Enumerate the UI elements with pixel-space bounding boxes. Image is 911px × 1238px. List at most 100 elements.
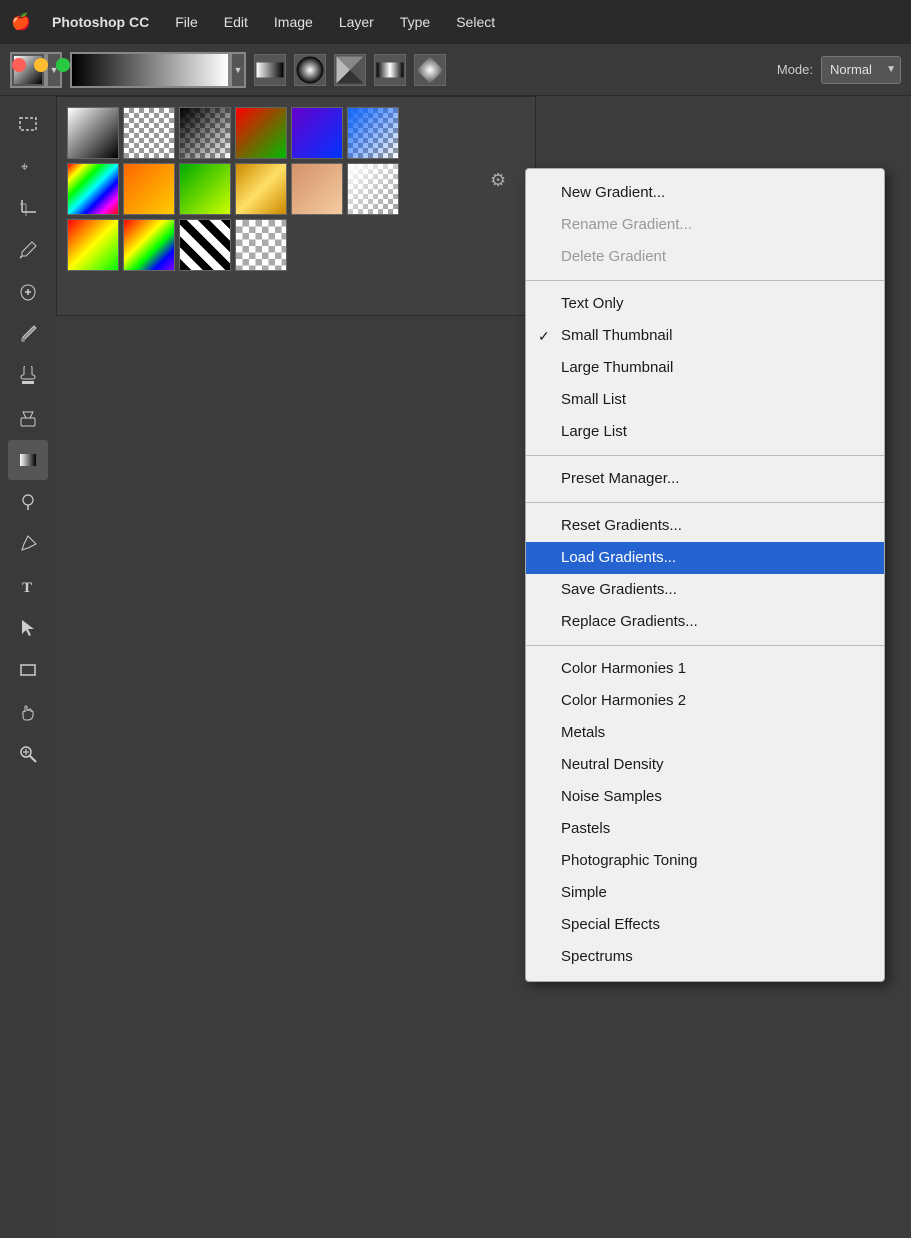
gradient-swatch-skin[interactable]	[291, 163, 343, 215]
menu-edit[interactable]: Edit	[220, 12, 252, 32]
menu-item-spectrums-label: Spectrums	[561, 948, 633, 966]
sidebar-tool-dodge[interactable]	[8, 482, 48, 522]
menu-item-reset-gradients-label: Reset Gradients...	[561, 517, 682, 535]
apple-icon[interactable]: 🍎	[12, 13, 30, 31]
menu-item-reset-gradients[interactable]: Reset Gradients...	[526, 510, 884, 542]
radial-gradient-icon[interactable]	[294, 54, 326, 86]
mode-dropdown[interactable]: Normal Dissolve Multiply	[821, 56, 901, 84]
svg-text:T: T	[22, 580, 32, 596]
menu-item-special-effects[interactable]: Special Effects	[526, 909, 884, 941]
menu-item-color-harmonies-1[interactable]: Color Harmonies 1	[526, 653, 884, 685]
menu-section-5: Color Harmonies 1 Color Harmonies 2 Meta…	[526, 650, 884, 976]
gradient-swatch-transparent[interactable]	[123, 107, 175, 159]
menu-item-color-harmonies-1-label: Color Harmonies 1	[561, 660, 686, 678]
menu-item-save-gradients-label: Save Gradients...	[561, 581, 677, 599]
gradient-swatch-blut[interactable]	[347, 107, 399, 159]
menu-item-simple-label: Simple	[561, 884, 607, 902]
gradient-swatch-orange-yellow[interactable]	[123, 163, 175, 215]
menu-item-metals[interactable]: Metals	[526, 717, 884, 749]
menu-item-new-gradient-label: New Gradient...	[561, 184, 665, 202]
menu-item-simple[interactable]: Simple	[526, 877, 884, 909]
diamond-gradient-icon[interactable]	[414, 54, 446, 86]
menu-item-pastels[interactable]: Pastels	[526, 813, 884, 845]
mode-label: Mode:	[777, 62, 813, 77]
sidebar-tool-lasso[interactable]: ⌖	[8, 146, 48, 186]
app-name[interactable]: Photoshop CC	[48, 12, 153, 32]
sidebar-tool-text[interactable]: T	[8, 566, 48, 606]
gradient-swatch-wt[interactable]	[347, 163, 399, 215]
menu-item-load-gradients-label: Load Gradients...	[561, 549, 676, 567]
gradient-grid	[67, 107, 525, 271]
menu-item-small-list[interactable]: Small List	[526, 384, 884, 416]
checkmark-icon: ✓	[538, 328, 550, 345]
gradient-swatch-bw[interactable]	[67, 107, 119, 159]
menu-layer[interactable]: Layer	[335, 12, 378, 32]
gradient-dropdown-button[interactable]: ▼	[230, 52, 246, 88]
context-menu: New Gradient... Rename Gradient... Delet…	[525, 168, 885, 982]
angle-gradient-icon[interactable]	[334, 54, 366, 86]
gradient-swatch-pb[interactable]	[291, 107, 343, 159]
menu-item-color-harmonies-2[interactable]: Color Harmonies 2	[526, 685, 884, 717]
menu-file[interactable]: File	[171, 12, 202, 32]
sidebar-tool-crop[interactable]	[8, 188, 48, 228]
menu-item-noise-samples[interactable]: Noise Samples	[526, 781, 884, 813]
menu-item-delete-gradient: Delete Gradient	[526, 241, 884, 273]
menu-item-spectrums[interactable]: Spectrums	[526, 941, 884, 973]
sidebar-tool-stamp[interactable]	[8, 356, 48, 396]
menu-item-text-only-label: Text Only	[561, 295, 624, 313]
menu-item-small-thumbnail[interactable]: ✓ Small Thumbnail	[526, 320, 884, 352]
menu-item-noise-samples-label: Noise Samples	[561, 788, 662, 806]
menu-image[interactable]: Image	[270, 12, 317, 32]
sidebar-tool-hand[interactable]	[8, 692, 48, 732]
menu-item-small-thumbnail-label: Small Thumbnail	[561, 327, 672, 345]
gear-icon[interactable]: ⚙	[490, 170, 506, 191]
close-button[interactable]	[12, 58, 26, 72]
sidebar-tool-eraser[interactable]	[8, 398, 48, 438]
sidebar-tool-zoom[interactable]	[8, 734, 48, 774]
gradient-swatch-gold[interactable]	[235, 163, 287, 215]
menu-item-preset-manager[interactable]: Preset Manager...	[526, 463, 884, 495]
gradient-swatch-green-yellow[interactable]	[179, 163, 231, 215]
menu-item-load-gradients[interactable]: Load Gradients...	[526, 542, 884, 574]
window-controls	[12, 58, 70, 72]
linear-gradient-icon[interactable]	[254, 54, 286, 86]
toolbar: ▼ ▼ Mode: Normal Dissolve Multiply ▼	[0, 44, 911, 96]
menu-item-replace-gradients[interactable]: Replace Gradients...	[526, 606, 884, 638]
sidebar-tool-brush[interactable]	[8, 314, 48, 354]
gradient-swatch-bt[interactable]	[179, 107, 231, 159]
divider-3	[526, 502, 884, 503]
sidebar-tool-marquee[interactable]	[8, 104, 48, 144]
menu-item-new-gradient[interactable]: New Gradient...	[526, 177, 884, 209]
maximize-button[interactable]	[56, 58, 70, 72]
menu-type[interactable]: Type	[396, 12, 434, 32]
sidebar-tool-pen[interactable]	[8, 524, 48, 564]
menu-item-rename-gradient-label: Rename Gradient...	[561, 216, 692, 234]
sidebar-tool-heal[interactable]	[8, 272, 48, 312]
menu-item-large-thumbnail[interactable]: Large Thumbnail	[526, 352, 884, 384]
sidebar-tool-eyedropper[interactable]	[8, 230, 48, 270]
gradient-swatch-rainbow[interactable]	[67, 163, 119, 215]
menu-item-photographic-toning[interactable]: Photographic Toning	[526, 845, 884, 877]
sidebar-tool-gradient[interactable]	[8, 440, 48, 480]
divider-4	[526, 645, 884, 646]
gradient-swatch-zebra[interactable]	[179, 219, 231, 271]
menu-item-photographic-toning-label: Photographic Toning	[561, 852, 698, 870]
menu-item-neutral-density[interactable]: Neutral Density	[526, 749, 884, 781]
sidebar-tool-select-arrow[interactable]	[8, 608, 48, 648]
gradient-swatch-rg[interactable]	[235, 107, 287, 159]
gradient-swatch-rainbow2[interactable]	[123, 219, 175, 271]
mode-wrapper: Normal Dissolve Multiply ▼	[821, 56, 901, 84]
sidebar-tool-shape[interactable]	[8, 650, 48, 690]
menu-item-large-list-label: Large List	[561, 423, 627, 441]
gradient-swatch-redyellow[interactable]	[67, 219, 119, 271]
menu-select[interactable]: Select	[452, 12, 499, 32]
menu-item-pastels-label: Pastels	[561, 820, 610, 838]
reflected-gradient-icon[interactable]	[374, 54, 406, 86]
gradient-preview[interactable]	[70, 52, 230, 88]
menu-item-save-gradients[interactable]: Save Gradients...	[526, 574, 884, 606]
minimize-button[interactable]	[34, 58, 48, 72]
menu-item-color-harmonies-2-label: Color Harmonies 2	[561, 692, 686, 710]
menu-item-large-list[interactable]: Large List	[526, 416, 884, 448]
gradient-swatch-checker[interactable]	[235, 219, 287, 271]
menu-item-text-only[interactable]: Text Only	[526, 288, 884, 320]
